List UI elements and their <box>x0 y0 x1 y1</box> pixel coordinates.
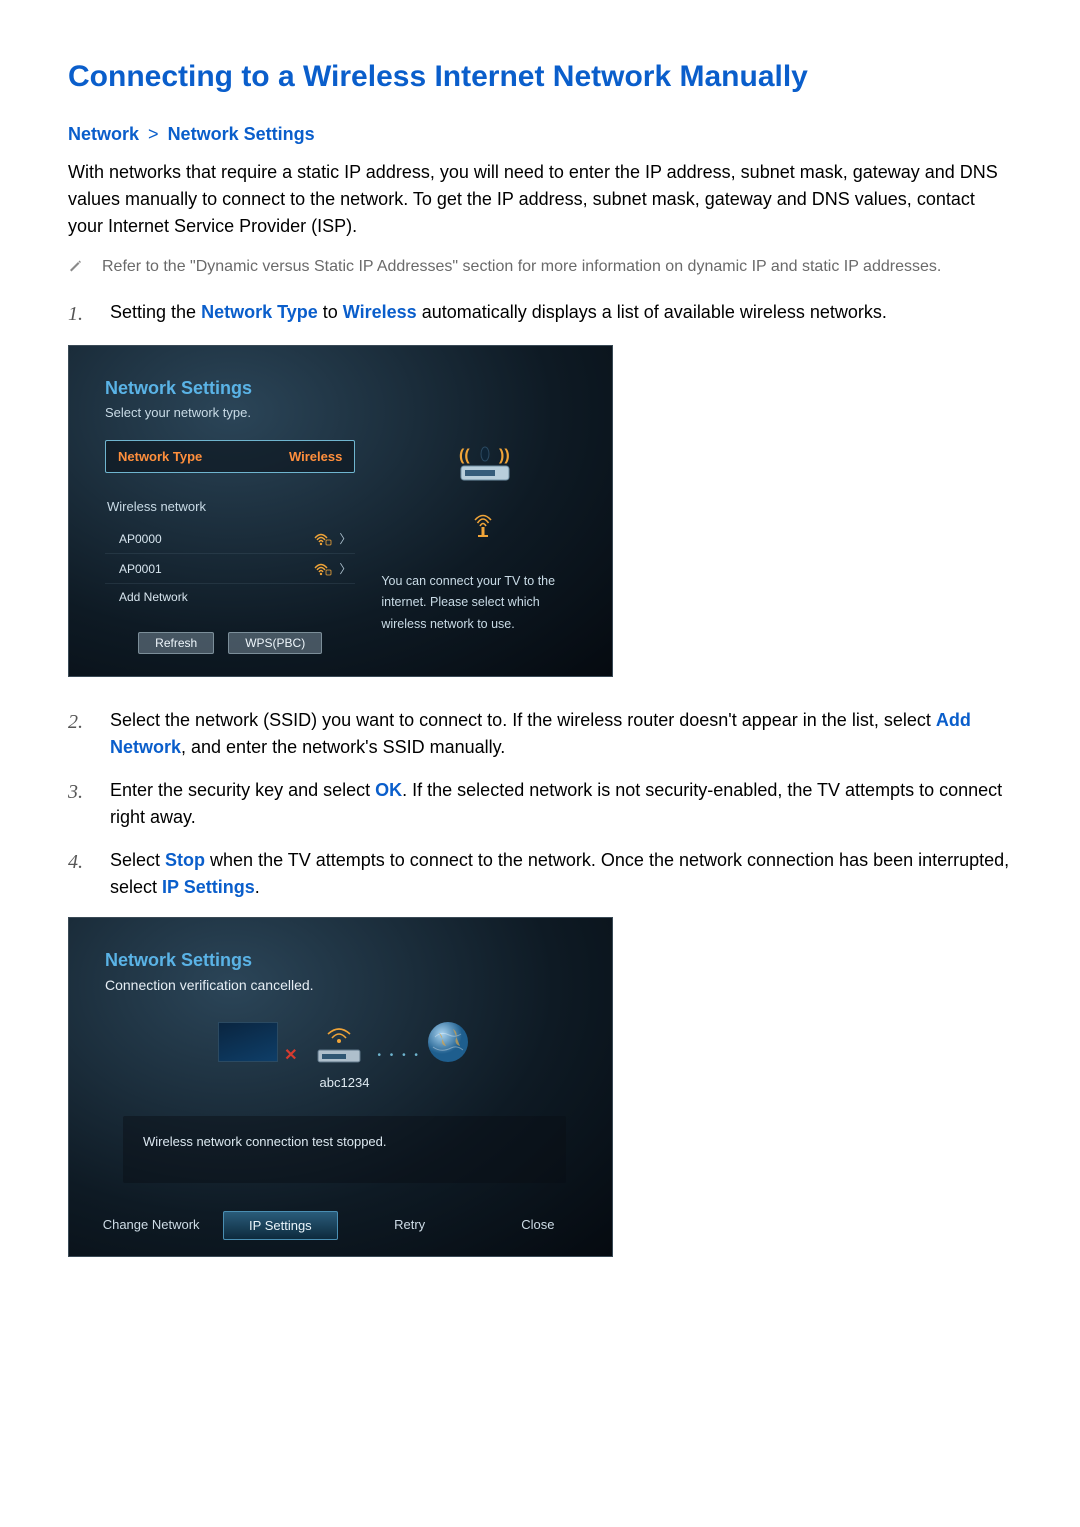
breadcrumb-a[interactable]: Network <box>68 124 139 144</box>
chevron-right-icon: 〉 <box>339 560 351 577</box>
step-4-text-c: . <box>255 877 260 897</box>
svg-text:((: (( <box>459 447 470 464</box>
right-text-3: wireless network to use. <box>381 614 584 635</box>
steps-list: 1. Setting the Network Type to Wireless … <box>68 299 1012 329</box>
step-4: Select Stop when the TV attempts to conn… <box>110 847 1012 901</box>
kw-ip-settings: IP Settings <box>162 877 255 897</box>
network-item-ap0001[interactable]: AP0001 〉 <box>105 554 355 584</box>
step-2-text-b: , and enter the network's SSID manually. <box>181 737 505 757</box>
intro-paragraph: With networks that require a static IP a… <box>68 159 1012 240</box>
chevron-right-icon: 〉 <box>339 530 351 547</box>
step-number: 1. <box>68 299 88 329</box>
breadcrumb-b[interactable]: Network Settings <box>168 124 315 144</box>
right-text-2: internet. Please select which <box>381 592 584 613</box>
svg-text:)): )) <box>499 447 510 464</box>
network-item-ap0000[interactable]: AP0000 〉 <box>105 524 355 554</box>
kw-wireless: Wireless <box>343 302 417 322</box>
step-2-text-a: Select the network (SSID) you want to co… <box>110 710 936 730</box>
network-type-label: Network Type <box>118 449 202 464</box>
kw-network-type: Network Type <box>201 302 318 322</box>
breadcrumb: Network > Network Settings <box>68 124 1012 145</box>
x-icon: ✕ <box>284 1045 297 1065</box>
step-1: Setting the Network Type to Wireless aut… <box>110 299 1012 329</box>
dots-icon: • • • • <box>378 1050 421 1061</box>
ip-settings-button[interactable]: IP Settings <box>223 1211 337 1240</box>
tv-subtitle: Select your network type. <box>105 405 584 420</box>
ssid-label: abc1234 <box>105 1075 584 1090</box>
right-text-1: You can connect your TV to the <box>381 571 584 592</box>
kw-ok: OK <box>375 780 402 800</box>
tv-title: Network Settings <box>105 950 584 971</box>
step-1-text-a: Setting the <box>110 302 201 322</box>
network-type-selector[interactable]: Network Type Wireless <box>105 440 355 473</box>
change-network-button[interactable]: Change Network <box>95 1211 207 1240</box>
tv-panel-network-settings: Network Settings Select your network typ… <box>68 345 613 677</box>
note-row: Refer to the "Dynamic versus Static IP A… <box>68 258 1012 277</box>
message-text: Wireless network connection test stopped… <box>143 1134 387 1149</box>
note-text: Refer to the "Dynamic versus Static IP A… <box>102 258 941 277</box>
wireless-network-label: Wireless network <box>105 499 355 514</box>
step-1-text-b: to <box>318 302 343 322</box>
tv-title: Network Settings <box>105 378 584 399</box>
wps-pbc-button[interactable]: WPS(PBC) <box>228 632 322 654</box>
network-item-add[interactable]: Add Network <box>105 584 355 610</box>
kw-stop: Stop <box>165 850 205 870</box>
wifi-lock-icon <box>313 532 331 546</box>
page-title: Connecting to a Wireless Internet Networ… <box>68 60 1012 94</box>
retry-button[interactable]: Retry <box>354 1211 466 1240</box>
connection-status: Connection verification cancelled. <box>105 977 584 993</box>
wifi-lock-icon <box>313 562 331 576</box>
step-3: Enter the security key and select OK. If… <box>110 777 1012 831</box>
step-2: Select the network (SSID) you want to co… <box>110 707 1012 761</box>
router-illustration: (( )) <box>408 440 558 500</box>
network-item-label: AP0000 <box>119 532 162 546</box>
steps-list-cont: 2. Select the network (SSID) you want to… <box>68 707 1012 901</box>
connection-illustration: ✕ • • • • <box>105 1019 584 1065</box>
network-item-label: AP0001 <box>119 562 162 576</box>
router-icon <box>304 1028 374 1056</box>
message-box: Wireless network connection test stopped… <box>123 1116 566 1183</box>
globe-icon <box>425 1019 471 1065</box>
refresh-button[interactable]: Refresh <box>138 632 214 654</box>
step-1-text-c: automatically displays a list of availab… <box>417 302 887 322</box>
tv-icon <box>218 1022 278 1062</box>
breadcrumb-sep: > <box>148 124 159 144</box>
step-number: 2. <box>68 707 88 761</box>
step-3-text-a: Enter the security key and select <box>110 780 375 800</box>
network-type-value: Wireless <box>289 449 342 464</box>
base-station-icon <box>472 514 494 541</box>
step-4-text-a: Select <box>110 850 165 870</box>
step-number: 3. <box>68 777 88 831</box>
step-number: 4. <box>68 847 88 901</box>
network-item-label: Add Network <box>119 590 188 604</box>
close-button[interactable]: Close <box>482 1211 594 1240</box>
pencil-icon <box>68 258 84 277</box>
tv-panel-connection-cancelled: Network Settings Connection verification… <box>68 917 613 1257</box>
